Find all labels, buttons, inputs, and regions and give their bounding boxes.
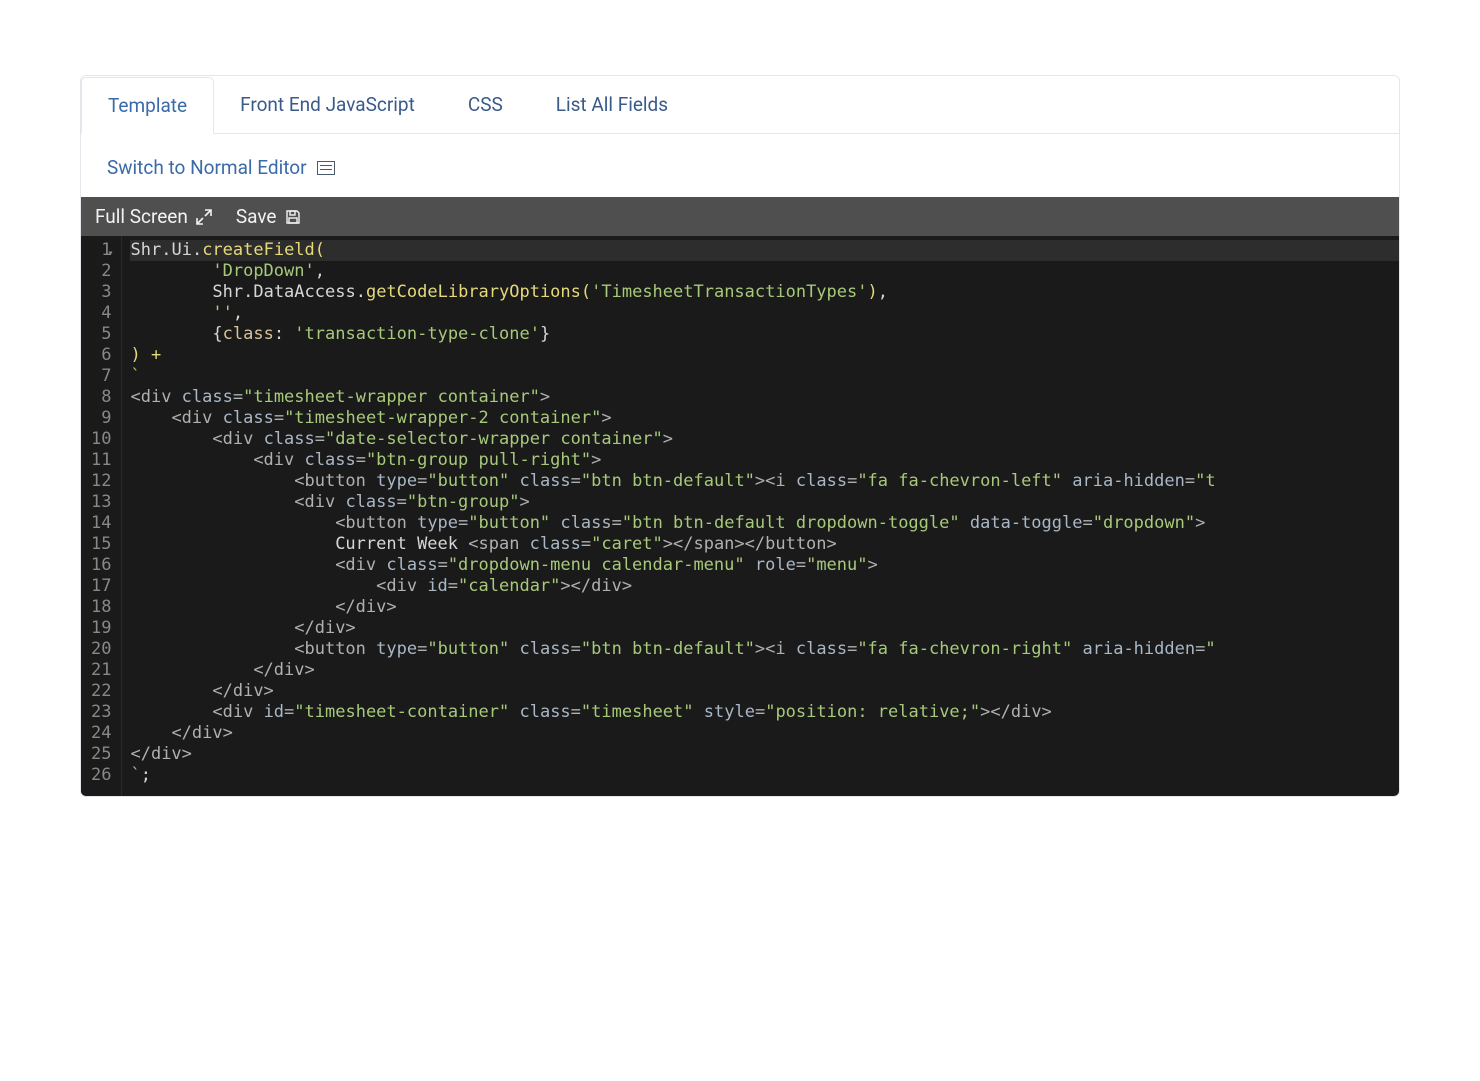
switch-editor-row: Switch to Normal Editor [81,156,1399,197]
tab-css[interactable]: CSS [442,77,530,134]
fullscreen-button[interactable]: Full Screen [95,205,212,228]
save-button[interactable]: Save [236,205,301,228]
list-icon [317,161,335,175]
tab-list-all-fields[interactable]: List All Fields [530,77,695,134]
editor-toolbar: Full Screen Save [81,197,1399,236]
tab-bar: TemplateFront End JavaScriptCSSList All … [81,76,1399,134]
expand-icon [196,209,212,225]
code-content[interactable]: Shr.Ui.createField( 'DropDown', Shr.Data… [122,236,1399,796]
tab-front-end-javascript[interactable]: Front End JavaScript [214,77,442,134]
save-icon [285,209,301,225]
panel-body: Switch to Normal Editor Full Screen Save [81,134,1399,796]
fullscreen-label: Full Screen [95,205,188,228]
line-gutter: 1234567891011121314151617181920212223242… [81,236,122,796]
switch-editor-link[interactable]: Switch to Normal Editor [107,156,307,179]
code-editor[interactable]: 1234567891011121314151617181920212223242… [81,236,1399,796]
save-label: Save [236,205,277,228]
tab-template[interactable]: Template [81,77,214,134]
editor-panel: TemplateFront End JavaScriptCSSList All … [80,75,1400,797]
